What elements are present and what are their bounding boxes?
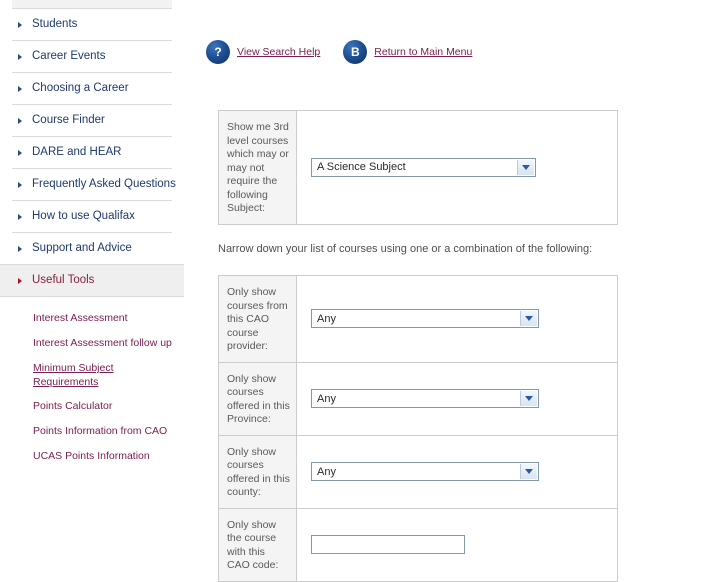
view-search-help-link[interactable]: View Search Help [237,46,320,58]
subject-filter-panel: Show me 3rd level courses which may or m… [218,110,618,225]
sidebar-item-label: Course Finder [32,114,105,126]
arrow-right-icon [18,213,22,220]
sidebar-item-label: Career Events [32,50,106,62]
arrow-right-icon [18,117,22,124]
return-to-main-menu-link[interactable]: Return to Main Menu [374,46,472,58]
county-field: Any [297,436,617,508]
sidebar-item-course-finder[interactable]: Course Finder [12,104,172,136]
sidebar-item-label: How to use Qualifax [32,210,135,222]
sidebar-item-label: Frequently Asked Questions [32,178,176,190]
sidebar-subitem-ucas-points-information[interactable]: UCAS Points Information [0,449,184,474]
sidebar-item-how-to-use-qualifax[interactable]: How to use Qualifax [12,200,172,232]
return-to-main-menu-group: B Return to Main Menu [343,40,472,64]
sidebar-item-students[interactable]: Students [12,8,172,40]
sidebar-item-label: DARE and HEAR [32,146,122,158]
sidebar-main-list: Students Career Events Choosing a Career… [0,8,184,297]
view-search-help-group: ? View Search Help [206,40,320,64]
sidebar-sub-list: Interest Assessment Interest Assessment … [0,297,184,474]
chevron-down-icon[interactable] [520,464,537,479]
help-links-bar: ? View Search Help B Return to Main Menu [206,38,472,66]
arrow-right-icon [18,21,22,28]
county-row: Only show courses offered in this county… [219,435,617,509]
sidebar-subitem-interest-assessment-follow-up[interactable]: Interest Assessment follow up [0,336,184,361]
sidebar-item-label: Useful Tools [32,274,95,286]
arrow-right-icon [18,53,22,60]
sidebar-subitem-points-information-from-cao[interactable]: Points Information from CAO [0,424,184,449]
province-field: Any [297,363,617,435]
cao-code-field [297,509,617,581]
sidebar-item-career-events[interactable]: Career Events [12,40,172,72]
chevron-down-icon[interactable] [520,391,537,406]
cao-provider-row: Only show courses from this CAO course p… [219,276,617,363]
county-label: Only show courses offered in this county… [219,435,297,508]
cao-code-label: Only show the course with this CAO code: [219,508,297,581]
subject-row-label: Show me 3rd level courses which may or m… [219,111,297,224]
sidebar-subitem-minimum-subject-requirements[interactable]: Minimum Subject Requirements [0,361,123,399]
question-mark-icon[interactable]: ? [206,40,230,64]
arrow-right-icon [18,85,22,92]
subject-row: Show me 3rd level courses which may or m… [219,111,617,224]
narrow-filters-panel: Only show courses from this CAO course p… [218,275,618,582]
cao-code-input[interactable] [311,535,465,554]
county-select[interactable]: Any [311,462,539,481]
cao-provider-field: Any [297,276,617,362]
chevron-down-icon[interactable] [517,159,534,175]
province-select[interactable]: Any [311,389,539,408]
province-select-value: Any [317,392,336,405]
sidebar-item-frequently-asked-questions[interactable]: Frequently Asked Questions [12,168,176,200]
province-label: Only show courses offered in this Provin… [219,362,297,435]
sidebar-item-label: Support and Advice [32,242,132,254]
sidebar-subitem-points-calculator[interactable]: Points Calculator [0,399,184,424]
sidebar-subitem-interest-assessment[interactable]: Interest Assessment [0,311,184,336]
chevron-down-icon[interactable] [520,311,537,327]
cao-code-row: Only show the course with this CAO code: [219,508,617,581]
sidebar-navigation: Students Career Events Choosing a Career… [0,0,184,540]
sidebar-item-label: Students [32,18,78,30]
subject-select-value: A Science Subject [317,161,406,174]
subject-row-field: A Science Subject [297,111,617,224]
arrow-right-icon [18,277,22,284]
cao-provider-label: Only show courses from this CAO course p… [219,276,297,362]
sidebar-item-useful-tools[interactable]: Useful Tools [0,264,184,297]
sidebar-item-label: Choosing a Career [32,82,129,94]
sidebar-item-dare-and-hear[interactable]: DARE and HEAR [12,136,172,168]
cao-provider-select-value: Any [317,312,336,325]
sidebar-top-stub [12,0,172,8]
back-b-icon[interactable]: B [343,40,368,64]
narrow-down-hint: Narrow down your list of courses using o… [218,243,593,255]
sidebar-item-choosing-a-career[interactable]: Choosing a Career [12,72,172,104]
sidebar-item-support-and-advice[interactable]: Support and Advice [12,232,172,264]
cao-provider-select[interactable]: Any [311,309,539,329]
subject-select[interactable]: A Science Subject [311,157,536,177]
province-row: Only show courses offered in this Provin… [219,362,617,436]
county-select-value: Any [317,465,336,478]
arrow-right-icon [18,181,22,188]
arrow-right-icon [18,245,22,252]
arrow-right-icon [18,149,22,156]
